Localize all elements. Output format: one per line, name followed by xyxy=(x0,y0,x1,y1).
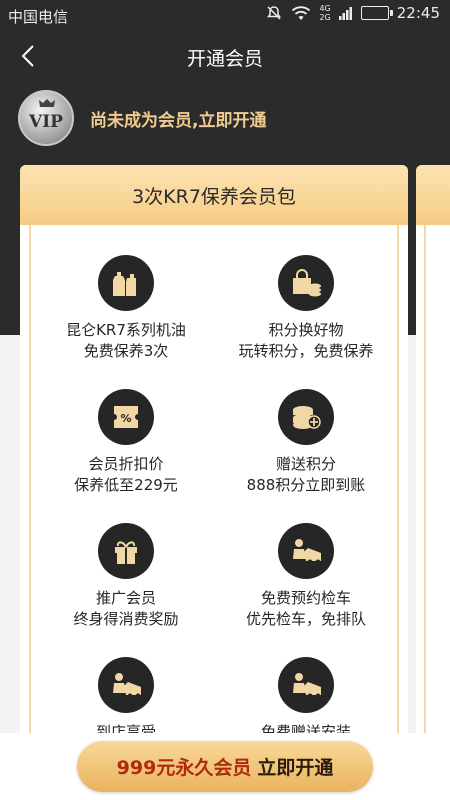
mechanic-car-icon xyxy=(278,523,334,579)
navigation-bar: 开通会员 xyxy=(0,30,450,82)
mechanic-car-icon xyxy=(278,657,334,713)
bottom-action-bar: 999元永久会员 立即开通 xyxy=(0,733,450,800)
vip-badge-text: VIP xyxy=(29,112,63,132)
mute-icon xyxy=(267,6,282,20)
benefit-item: % 会员折扣价 保养低至229元 xyxy=(31,389,221,496)
benefit-item: 昆仑KR7系列机油 免费保养3次 xyxy=(31,255,221,362)
status-icons: 4G 2G 22:45 xyxy=(265,4,440,22)
mechanic-car-icon xyxy=(98,657,154,713)
benefit-title: 免费预约检车 xyxy=(260,589,351,607)
benefit-title: 积分换好物 xyxy=(268,321,344,339)
shopping-bag-coins-icon xyxy=(278,255,334,311)
network-type: 4G 2G xyxy=(319,4,331,22)
membership-status-text: 尚未成为会员,立即开通 xyxy=(90,111,267,131)
benefit-desc: 888积分立即到账 xyxy=(246,476,366,494)
benefit-title: 会员折扣价 xyxy=(88,455,164,473)
coins-stack-icon xyxy=(278,389,334,445)
status-bar: 中国电信 4G 2G 22:45 xyxy=(0,0,450,30)
membership-package-card[interactable]: 3次KR7保养会员包 昆仑KR7系列机油 免费保养3次 积分换好物 玩转积分，免… xyxy=(20,165,408,765)
benefit-item: 到店享受 xyxy=(31,657,221,743)
benefit-item: 赠送积分 888积分立即到账 xyxy=(211,389,401,496)
svg-text:%: % xyxy=(120,412,131,425)
benefit-item: 免费预约检车 优先检车，免排队 xyxy=(211,523,401,630)
cta-action-label: 立即开通 xyxy=(257,757,334,779)
benefit-desc: 终身得消费奖励 xyxy=(73,610,179,628)
benefit-desc: 优先检车，免排队 xyxy=(245,610,366,628)
signal-icon xyxy=(338,7,352,20)
gift-box-icon xyxy=(98,523,154,579)
carrier-name: 中国电信 xyxy=(8,8,69,26)
activate-membership-button[interactable]: 999元永久会员 立即开通 xyxy=(77,741,373,792)
clock: 22:45 xyxy=(396,4,440,22)
benefit-title: 推广会员 xyxy=(95,589,156,607)
package-benefits: 昆仑KR7系列机油 免费保养3次 积分换好物 玩转积分，免费保养 % 会员折扣价… xyxy=(29,225,399,765)
benefit-item: 积分换好物 玩转积分，免费保养 xyxy=(211,255,401,362)
benefit-item: 推广会员 终身得消费奖励 xyxy=(31,523,221,630)
wifi-icon xyxy=(292,6,311,20)
page-title: 开通会员 xyxy=(186,48,263,70)
next-package-border xyxy=(424,225,426,765)
package-title: 3次KR7保养会员包 xyxy=(132,185,296,208)
crown-icon xyxy=(39,99,55,107)
benefit-title: 昆仑KR7系列机油 xyxy=(66,321,186,339)
cta-price-label: 999元永久会员 xyxy=(116,757,252,779)
benefit-item: 免费赠送安装 xyxy=(211,657,401,743)
discount-ticket-icon: % xyxy=(98,389,154,445)
benefit-desc: 保养低至229元 xyxy=(74,476,178,494)
package-header: 3次KR7保养会员包 xyxy=(20,165,408,225)
vip-status-row: VIP 尚未成为会员,立即开通 xyxy=(0,86,450,152)
next-package-header xyxy=(416,165,450,225)
benefit-desc: 免费保养3次 xyxy=(83,342,169,360)
vip-badge-icon: VIP xyxy=(18,90,74,146)
battery-icon xyxy=(360,6,393,20)
next-package-card[interactable] xyxy=(416,165,450,765)
benefit-title: 赠送积分 xyxy=(275,455,336,473)
benefit-desc: 玩转积分，免费保养 xyxy=(238,342,374,360)
oil-bottles-icon xyxy=(98,255,154,311)
